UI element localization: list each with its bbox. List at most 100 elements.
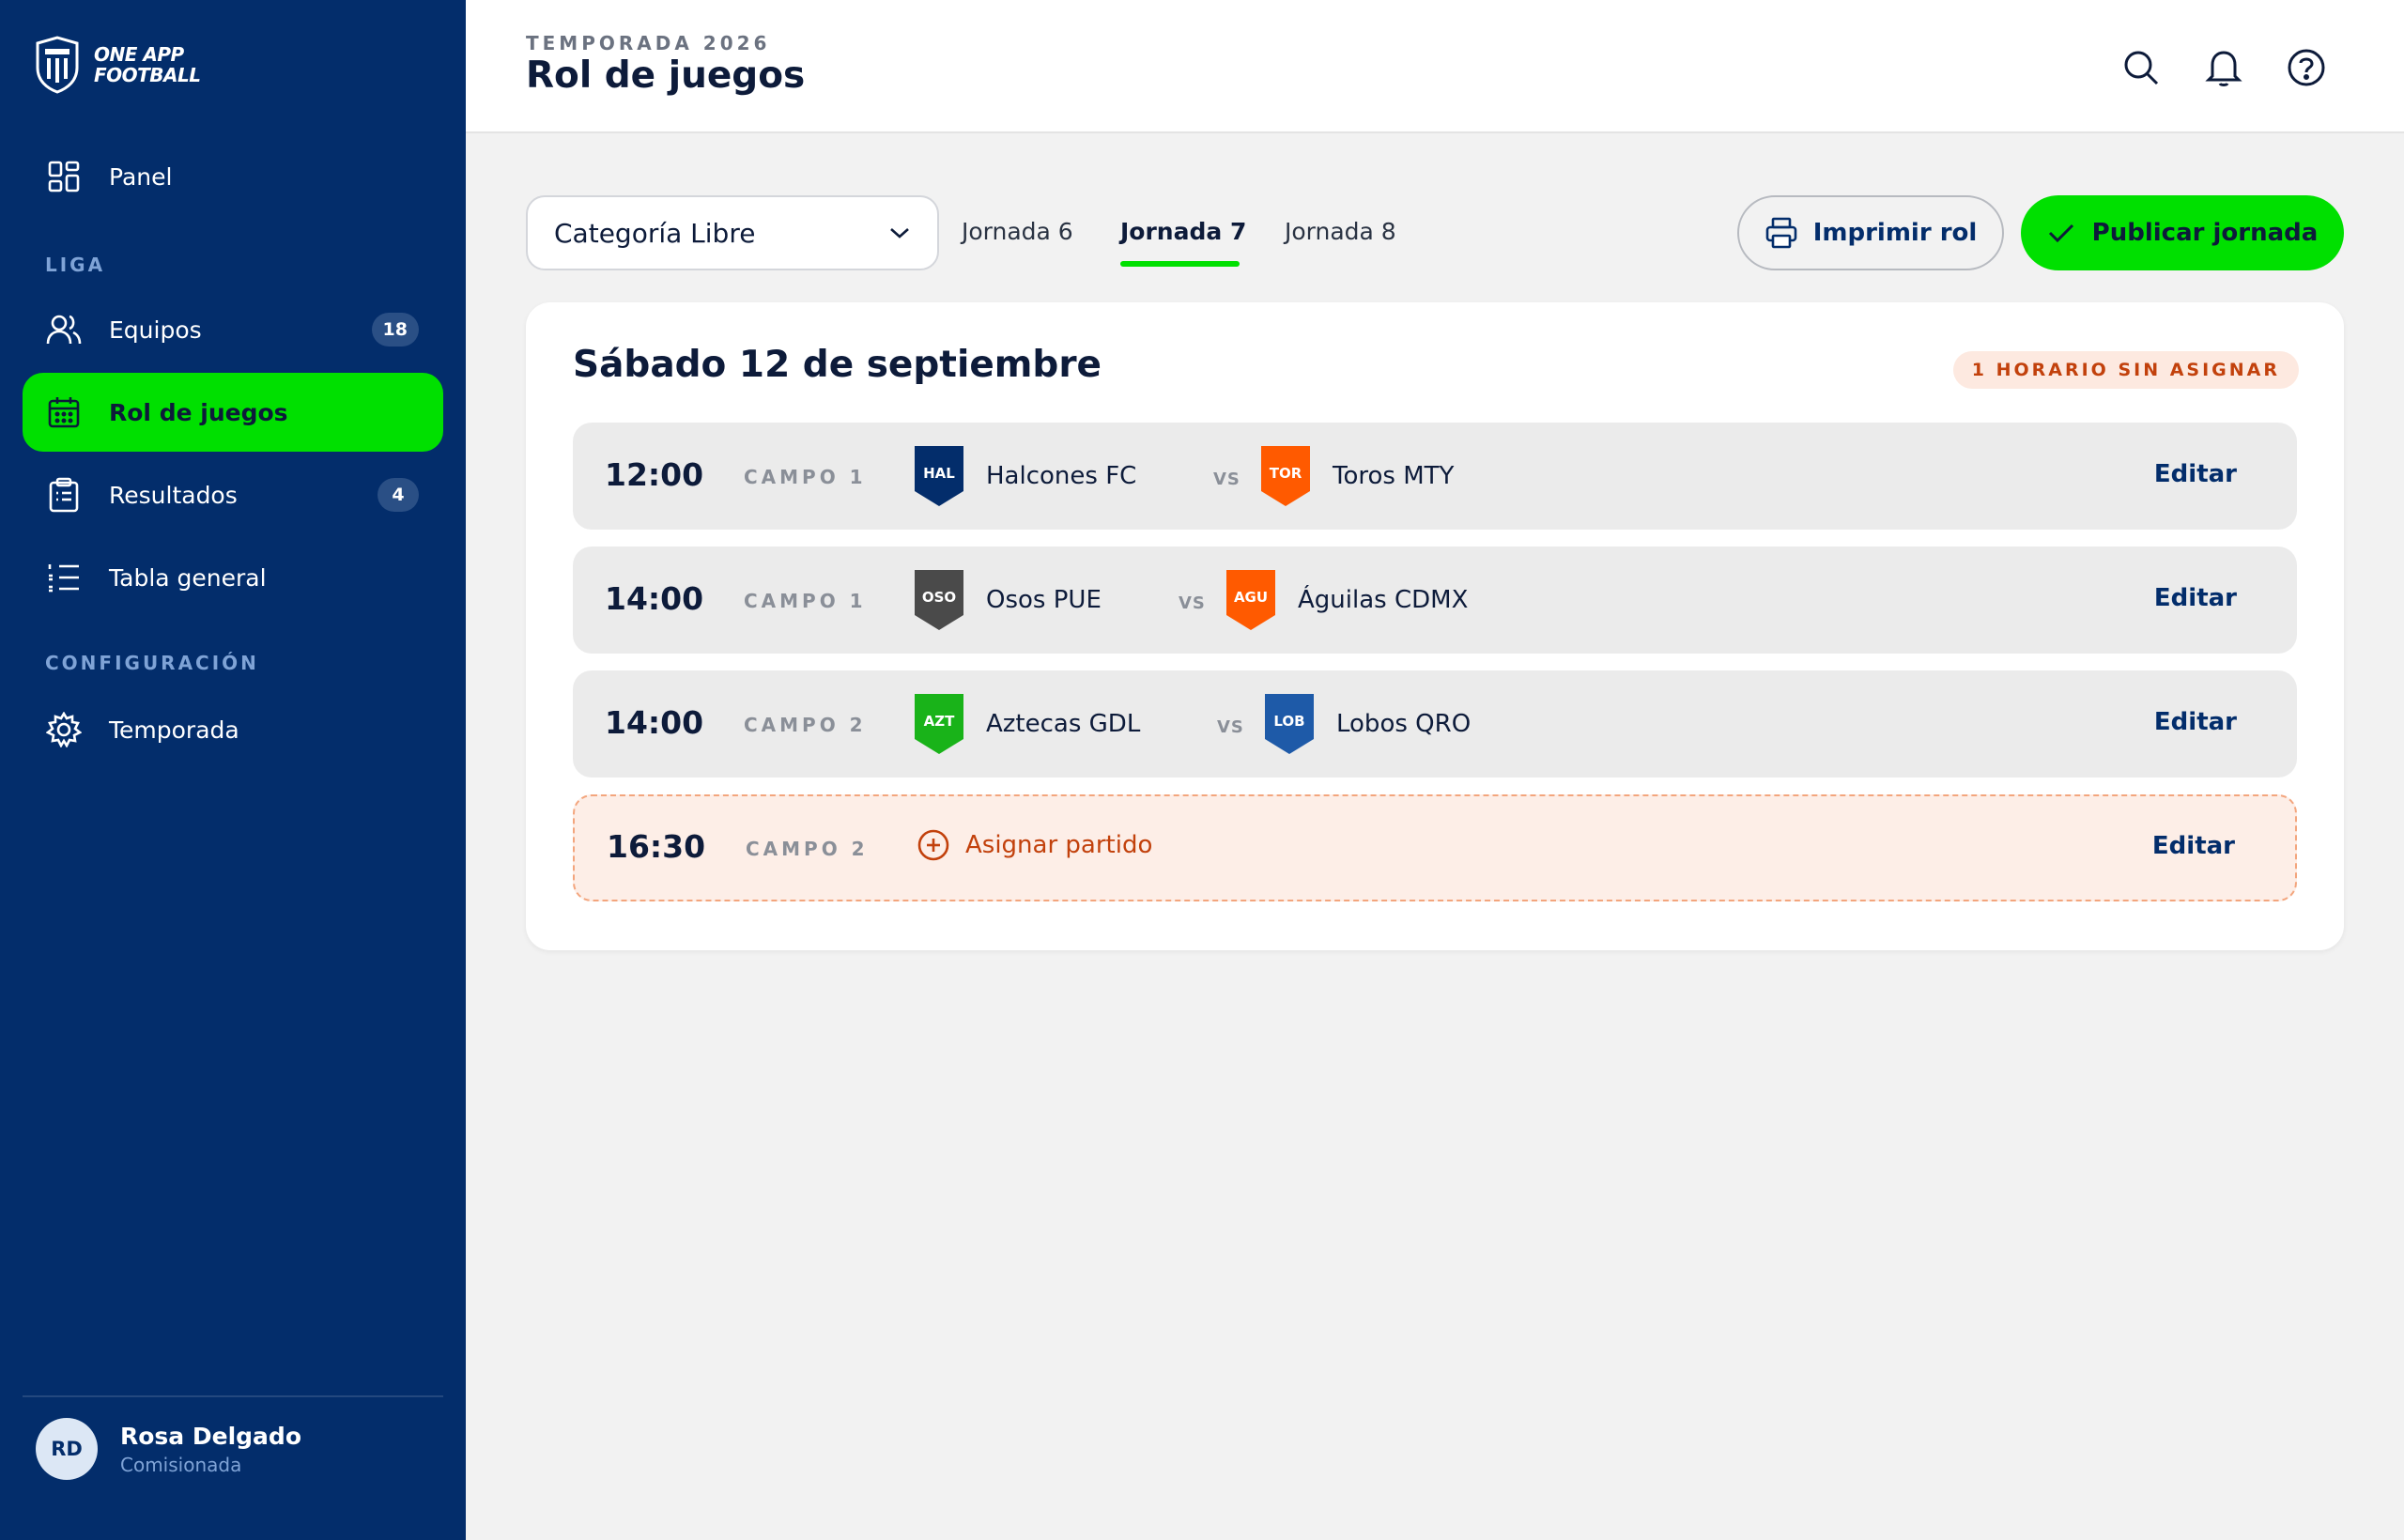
sidebar-item-tabla-general[interactable]: Tabla general bbox=[23, 538, 443, 617]
vs-label: VS bbox=[1217, 717, 1244, 737]
calendar-icon bbox=[45, 393, 83, 431]
print-button-label: Imprimir rol bbox=[1812, 219, 1978, 247]
sidebar-item-label: Temporada bbox=[109, 716, 239, 744]
sidebar-item-panel[interactable]: Panel bbox=[23, 137, 443, 216]
check-icon bbox=[2048, 223, 2073, 243]
help-icon[interactable] bbox=[2286, 47, 2327, 88]
crest-abbr: HAL bbox=[923, 465, 955, 482]
sidebar-item-label: Equipos bbox=[109, 316, 202, 344]
vs-label: VS bbox=[1213, 470, 1241, 489]
team-name: Toros MTY bbox=[1333, 462, 1455, 490]
crest-abbr: OSO bbox=[921, 589, 957, 606]
top-header: TEMPORADA 2026 Rol de juegos bbox=[466, 0, 2404, 133]
gear-icon bbox=[45, 711, 83, 748]
count-badge: 18 bbox=[371, 313, 419, 346]
match-field: CAMPO 2 bbox=[744, 714, 867, 736]
sidebar-item-resultados[interactable]: Resultados 4 bbox=[23, 455, 443, 534]
home-team: AZT Aztecas GDL bbox=[915, 693, 1140, 755]
sidebar-item-rol-de-juegos[interactable]: Rol de juegos bbox=[23, 373, 443, 452]
crest-abbr: AZT bbox=[923, 713, 955, 730]
home-team: OSO Osos PUE bbox=[915, 569, 1102, 631]
logo-line-2: FOOTBALL bbox=[94, 64, 201, 86]
tab-jornada-6[interactable]: Jornada 6 bbox=[962, 218, 1073, 245]
sidebar-item-label: Panel bbox=[109, 162, 173, 191]
team-name: Osos PUE bbox=[986, 586, 1102, 614]
search-icon[interactable] bbox=[2120, 47, 2162, 88]
sidebar-item-temporada[interactable]: Temporada bbox=[23, 690, 443, 769]
crest-abbr: LOB bbox=[1273, 713, 1305, 730]
clipboard-icon bbox=[45, 476, 83, 514]
team-crest: AGU bbox=[1226, 570, 1275, 630]
match-row: 14:00 CAMPO 2 AZT Aztecas GDL VS LOB Lob… bbox=[573, 670, 2297, 778]
match-field: CAMPO 2 bbox=[746, 838, 869, 860]
away-team: LOB Lobos QRO bbox=[1265, 693, 1471, 755]
assign-match-button[interactable]: Asignar partido bbox=[917, 828, 1152, 862]
match-time: 12:00 bbox=[605, 456, 704, 493]
team-name: Halcones FC bbox=[986, 462, 1137, 490]
logo-line-1: ONE APP bbox=[94, 43, 184, 66]
unassigned-warning-badge: 1 HORARIO SIN ASIGNAR bbox=[1952, 351, 2299, 389]
user-role: Comisionada bbox=[120, 1453, 242, 1476]
category-select[interactable]: Categoría Libre bbox=[526, 195, 939, 270]
match-time: 14:00 bbox=[605, 704, 704, 741]
list-ordered-icon bbox=[45, 559, 83, 596]
count-badge: 4 bbox=[378, 478, 419, 512]
match-time: 16:30 bbox=[607, 828, 706, 865]
publish-button-label: Publicar jornada bbox=[2091, 219, 2319, 247]
sidebar-item-equipos[interactable]: Equipos 18 bbox=[23, 290, 443, 369]
edit-match-button[interactable]: Editar bbox=[2152, 832, 2235, 860]
sidebar-item-label: Tabla general bbox=[109, 563, 267, 592]
season-eyebrow: TEMPORADA 2026 bbox=[526, 32, 771, 54]
team-crest: HAL bbox=[915, 446, 963, 506]
away-team: AGU Águilas CDMX bbox=[1226, 569, 1468, 631]
match-time: 14:00 bbox=[605, 580, 704, 617]
shield-logo-icon bbox=[36, 36, 79, 94]
section-label-liga: LIGA bbox=[45, 254, 106, 276]
crest-abbr: AGU bbox=[1233, 589, 1269, 606]
team-crest: TOR bbox=[1261, 446, 1310, 506]
page-title: Rol de juegos bbox=[526, 54, 806, 97]
crest-abbr: TOR bbox=[1269, 465, 1302, 482]
team-crest: OSO bbox=[915, 570, 963, 630]
sidebar-divider bbox=[23, 1395, 443, 1397]
active-tab-indicator bbox=[1120, 261, 1240, 267]
app-logo[interactable]: ONE APP FOOTBALL bbox=[34, 36, 201, 94]
sidebar-item-label: Resultados bbox=[109, 481, 238, 509]
user-name: Rosa Delgado bbox=[120, 1422, 301, 1450]
assign-match-label: Asignar partido bbox=[965, 831, 1153, 859]
away-team: TOR Toros MTY bbox=[1261, 445, 1454, 507]
home-team: HAL Halcones FC bbox=[915, 445, 1136, 507]
category-select-value: Categoría Libre bbox=[554, 217, 756, 249]
team-crest: LOB bbox=[1265, 694, 1314, 754]
dashboard-grid-icon bbox=[45, 158, 83, 195]
team-name: Águilas CDMX bbox=[1298, 586, 1469, 614]
avatar: RD bbox=[36, 1418, 98, 1480]
sidebar-item-label: Rol de juegos bbox=[109, 398, 288, 426]
logo-wordmark: ONE APP FOOTBALL bbox=[94, 44, 201, 85]
printer-icon bbox=[1765, 217, 1797, 249]
publish-button[interactable]: Publicar jornada bbox=[2021, 195, 2344, 270]
section-label-configuracion: CONFIGURACIÓN bbox=[45, 652, 259, 674]
schedule-date: Sábado 12 de septiembre bbox=[573, 344, 1102, 386]
print-button[interactable]: Imprimir rol bbox=[1737, 195, 2004, 270]
edit-match-button[interactable]: Editar bbox=[2154, 708, 2237, 736]
sidebar: ONE APP FOOTBALL Panel LIGA Equipos 18 R… bbox=[0, 0, 466, 1540]
team-name: Aztecas GDL bbox=[986, 710, 1141, 738]
users-icon bbox=[45, 311, 83, 348]
schedule-card: Sábado 12 de septiembre 1 HORARIO SIN AS… bbox=[526, 302, 2344, 950]
plus-circle-icon bbox=[917, 829, 949, 861]
vs-label: VS bbox=[1179, 593, 1206, 613]
match-row: 12:00 CAMPO 1 HAL Halcones FC VS TOR Tor… bbox=[573, 423, 2297, 530]
match-field: CAMPO 1 bbox=[744, 590, 867, 612]
empty-slot-row: 16:30 CAMPO 2 Asignar partido Editar bbox=[573, 794, 2297, 901]
tab-jornada-7[interactable]: Jornada 7 bbox=[1120, 218, 1246, 245]
chevron-down-icon bbox=[890, 228, 909, 239]
team-name: Lobos QRO bbox=[1336, 710, 1472, 738]
user-profile[interactable]: RD Rosa Delgado Comisionada bbox=[36, 1418, 301, 1480]
edit-match-button[interactable]: Editar bbox=[2154, 584, 2237, 612]
bell-icon[interactable] bbox=[2203, 47, 2244, 88]
tab-jornada-8[interactable]: Jornada 8 bbox=[1285, 218, 1396, 245]
match-row: 14:00 CAMPO 1 OSO Osos PUE VS AGU Águila… bbox=[573, 547, 2297, 654]
team-crest: AZT bbox=[915, 694, 963, 754]
edit-match-button[interactable]: Editar bbox=[2154, 460, 2237, 488]
